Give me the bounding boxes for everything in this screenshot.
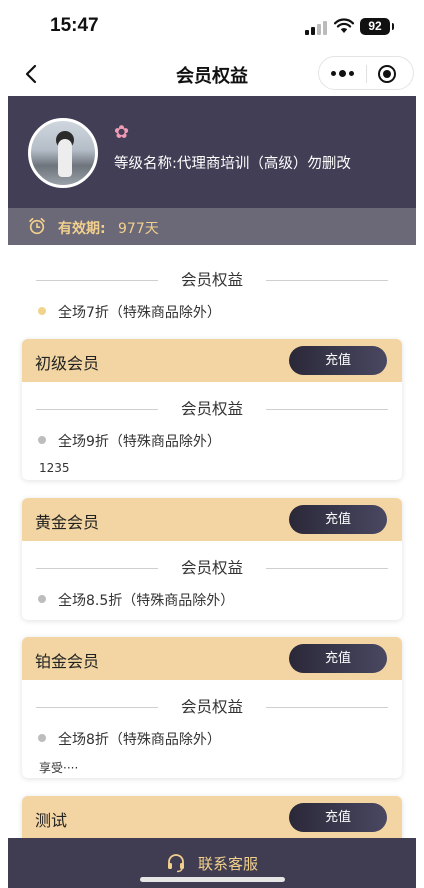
level-note: 享受···· <box>39 761 79 775</box>
headset-icon <box>168 854 184 873</box>
level-card-name: 铂金会员 <box>35 652 100 671</box>
current-benefits-title: 会员权益 <box>36 268 388 292</box>
level-card-gold: 黄金会员 充值 会员权益 全场8.5折（特殊商品除外） <box>22 498 402 620</box>
level-card-header: 初级会员 充值 <box>22 339 402 382</box>
validity-label: 有效期: <box>58 221 106 237</box>
close-mini-program-icon[interactable] <box>378 65 396 83</box>
level-benefit-item: 全场8.5折（特殊商品除外） <box>58 593 235 609</box>
level-card-platinum: 铂金会员 充值 会员权益 全场8折（特殊商品除外） 享受···· <box>22 637 402 778</box>
validity-value: 977天 <box>118 221 159 237</box>
capsule-divider <box>366 65 367 83</box>
level-card-name: 初级会员 <box>35 354 100 373</box>
recharge-button[interactable]: 充值 <box>289 505 387 534</box>
level-card-header: 测试 充值 <box>22 796 402 839</box>
benefit-dot <box>38 436 46 444</box>
navigation-bar: 会员权益 <box>0 52 424 96</box>
level-card-header: 铂金会员 充值 <box>22 637 402 680</box>
level-note: 1235 <box>39 461 70 475</box>
alarm-clock-icon <box>29 217 45 235</box>
level-benefits-title: 会员权益 <box>36 397 388 421</box>
level-card-primary: 初级会员 充值 会员权益 全场9折（特殊商品除外） 1235 <box>22 339 402 480</box>
level-benefit-item: 全场8折（特殊商品除外） <box>58 732 221 748</box>
benefit-dot <box>38 595 46 603</box>
validity-bar: 有效期: 977天 <box>8 208 416 245</box>
status-bar: 15:47 92 <box>0 0 424 52</box>
benefit-dot <box>38 307 46 315</box>
level-benefits-title: 会员权益 <box>36 556 388 580</box>
battery-icon: 92 <box>360 18 394 35</box>
member-profile-header: ✿ 等级名称:代理商培训（高级）勿删改 <box>8 96 416 208</box>
recharge-button[interactable]: 充值 <box>289 346 387 375</box>
signal-icon <box>305 21 327 35</box>
recharge-button[interactable]: 充值 <box>289 803 387 832</box>
current-benefit-item: 全场7折（特殊商品除外） <box>58 305 221 321</box>
more-dots-icon[interactable] <box>331 70 355 77</box>
recharge-button[interactable]: 充值 <box>289 644 387 673</box>
flower-icon: ✿ <box>114 122 130 143</box>
contact-service-label: 联系客服 <box>198 855 259 873</box>
wifi-icon <box>334 18 354 33</box>
level-benefit-item: 全场9折（特殊商品除外） <box>58 434 221 450</box>
level-card-name: 黄金会员 <box>35 513 100 532</box>
status-time: 15:47 <box>50 15 99 36</box>
level-card-header: 黄金会员 充值 <box>22 498 402 541</box>
level-name: 等级名称:代理商培训（高级）勿删改 <box>114 156 351 172</box>
mini-program-capsule <box>318 56 414 90</box>
home-indicator <box>140 877 285 882</box>
benefit-dot <box>38 734 46 742</box>
avatar <box>28 118 98 188</box>
level-benefits-title: 会员权益 <box>36 695 388 719</box>
level-card-name: 测试 <box>35 811 68 830</box>
